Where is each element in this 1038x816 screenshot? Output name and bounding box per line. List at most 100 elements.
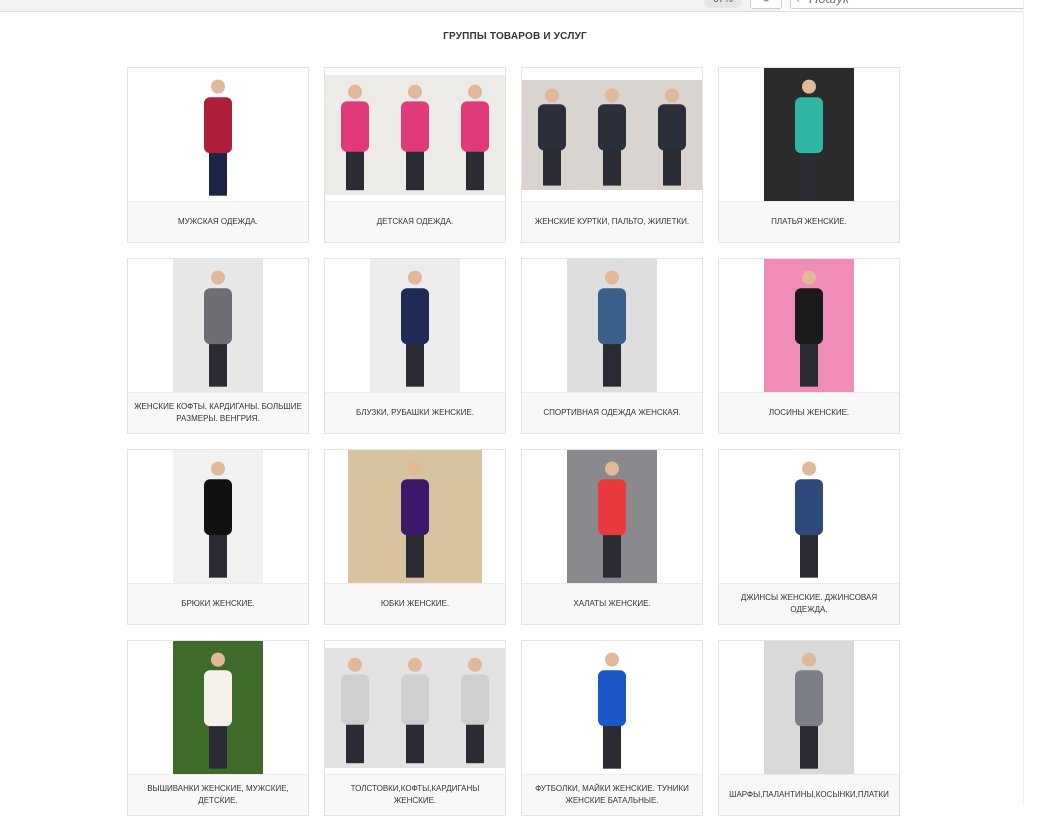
category-card[interactable]: ДЕТСКАЯ ОДЕЖДА. [324, 67, 506, 243]
zoom-indicator[interactable]: 67% [704, 0, 742, 8]
category-label[interactable]: ДЖИНСЫ ЖЕНСКИЕ. ДЖИНСОВАЯ ОДЕЖДА. [719, 583, 899, 624]
figure-body [204, 288, 232, 345]
figure-legs [543, 148, 561, 186]
category-card[interactable]: ФУТБОЛКИ, МАЙКИ ЖЕНСКИЕ. ТУНИКИ ЖЕНСКИЕ … [521, 640, 703, 816]
category-image[interactable] [719, 68, 899, 201]
category-label[interactable]: ЮБКИ ЖЕНСКИЕ. [325, 583, 505, 624]
category-image[interactable] [325, 259, 505, 392]
back-arrow-icon: ‹ [796, 0, 800, 6]
figure-body [795, 288, 823, 345]
category-label[interactable]: ЖЕНСКИЕ КОФТЫ, КАРДИГАНЫ. БОЛЬШИЕ РАЗМЕР… [128, 392, 308, 433]
figure-head [545, 87, 559, 102]
category-card[interactable]: МУЖСКАЯ ОДЕЖДА. [127, 67, 309, 243]
category-label[interactable]: ТОЛСТОВКИ,КОФТЫ,КАРДИГАНЫ ЖЕНСКИЕ. [325, 774, 505, 815]
category-card[interactable]: БЛУЗКИ, РУБАШКИ ЖЕНСКИЕ. [324, 258, 506, 434]
scrollbar[interactable] [1023, 0, 1038, 805]
figure-head [468, 657, 482, 672]
browser-toolbar: 67% ↻ ‹ [0, 0, 1038, 12]
category-label[interactable]: БРЮКИ ЖЕНСКИЕ. [128, 583, 308, 624]
figure-legs [406, 723, 424, 763]
product-photo [173, 450, 263, 583]
figure-head [665, 87, 679, 102]
product-photo [764, 641, 854, 774]
product-photo [567, 641, 657, 774]
category-card[interactable]: ТОЛСТОВКИ,КОФТЫ,КАРДИГАНЫ ЖЕНСКИЕ. [324, 640, 506, 816]
figure-head [605, 652, 619, 667]
reload-icon: ↻ [761, 0, 770, 5]
figure-head [605, 87, 619, 102]
figure-legs [466, 150, 484, 190]
figure-body [461, 673, 489, 725]
category-label[interactable]: ЛОСИНЫ ЖЕНСКИЕ. [719, 392, 899, 433]
figure-legs [603, 342, 621, 387]
product-photo [348, 450, 482, 583]
category-card[interactable]: ПЛАТЬЯ ЖЕНСКИЕ. [718, 67, 900, 243]
category-card[interactable]: ЖЕНСКИЕ КОФТЫ, КАРДИГАНЫ. БОЛЬШИЕ РАЗМЕР… [127, 258, 309, 434]
search-box[interactable]: ‹ [790, 0, 1038, 9]
category-label[interactable]: ШАРФЫ,ПАЛАНТИНЫ,КОСЫНКИ,ПЛАТКИ [719, 774, 899, 815]
category-card[interactable]: ШАРФЫ,ПАЛАНТИНЫ,КОСЫНКИ,ПЛАТКИ [718, 640, 900, 816]
category-image[interactable] [719, 259, 899, 392]
category-image[interactable] [325, 641, 505, 774]
category-image[interactable] [522, 68, 702, 201]
category-image[interactable] [128, 641, 308, 774]
figure-body [538, 103, 566, 150]
category-card[interactable]: ЛОСИНЫ ЖЕНСКИЕ. [718, 258, 900, 434]
page-title: ГРУППЫ ТОВАРОВ И УСЛУГ [443, 31, 587, 42]
category-image[interactable] [719, 641, 899, 774]
category-label[interactable]: ДЕТСКАЯ ОДЕЖДА. [325, 201, 505, 242]
category-card[interactable]: ДЖИНСЫ ЖЕНСКИЕ. ДЖИНСОВАЯ ОДЕЖДА. [718, 449, 900, 625]
figure-body [795, 670, 823, 727]
category-label[interactable]: ФУТБОЛКИ, МАЙКИ ЖЕНСКИЕ. ТУНИКИ ЖЕНСКИЕ … [522, 774, 702, 815]
product-photo [567, 259, 657, 392]
figure-legs [209, 724, 227, 769]
category-card[interactable]: ЮБКИ ЖЕНСКИЕ. [324, 449, 506, 625]
category-label[interactable]: СПОРТИВНАЯ ОДЕЖДА ЖЕНСКАЯ. [522, 392, 702, 433]
category-card[interactable]: ВЫШИВАНКИ ЖЕНСКИЕ, МУЖСКИЕ, ДЕТСКИЕ. [127, 640, 309, 816]
address-bar[interactable] [0, 0, 780, 12]
figure-legs [800, 724, 818, 769]
category-card[interactable]: ЖЕНСКИЕ КУРТКИ, ПАЛЬТО, ЖИЛЕТКИ. [521, 67, 703, 243]
category-image[interactable] [719, 450, 899, 583]
figure-body [401, 479, 429, 536]
figure-legs [406, 150, 424, 190]
figure-legs [603, 533, 621, 578]
figure-head [348, 657, 362, 672]
figure-legs [346, 150, 364, 190]
product-photo [370, 259, 460, 392]
figure-body [658, 103, 686, 150]
category-image[interactable] [128, 68, 308, 201]
figure-body [341, 673, 369, 725]
figure-head [348, 84, 362, 99]
category-card[interactable]: ХАЛАТЫ ЖЕНСКИЕ. [521, 449, 703, 625]
category-image[interactable] [522, 450, 702, 583]
search-input[interactable] [809, 0, 1009, 6]
category-image[interactable] [522, 641, 702, 774]
category-label[interactable]: ХАЛАТЫ ЖЕНСКИЕ. [522, 583, 702, 624]
figure-body [795, 97, 823, 154]
category-image[interactable] [522, 259, 702, 392]
category-image[interactable] [128, 259, 308, 392]
category-label[interactable]: МУЖСКАЯ ОДЕЖДА. [128, 201, 308, 242]
category-card[interactable]: БРЮКИ ЖЕНСКИЕ. [127, 449, 309, 625]
category-image[interactable] [128, 450, 308, 583]
figure-legs [406, 342, 424, 387]
category-label[interactable]: ЖЕНСКИЕ КУРТКИ, ПАЛЬТО, ЖИЛЕТКИ. [522, 201, 702, 242]
category-card[interactable]: СПОРТИВНАЯ ОДЕЖДА ЖЕНСКАЯ. [521, 258, 703, 434]
product-photo [325, 647, 505, 768]
figure-legs [466, 723, 484, 763]
figure-legs [209, 342, 227, 387]
category-image[interactable] [325, 68, 505, 201]
category-label[interactable]: ПЛАТЬЯ ЖЕНСКИЕ. [719, 201, 899, 242]
category-label[interactable]: БЛУЗКИ, РУБАШКИ ЖЕНСКИЕ. [325, 392, 505, 433]
figure-body [341, 100, 369, 152]
figure-body [461, 100, 489, 152]
reload-button[interactable]: ↻ [750, 0, 782, 9]
figure-legs [406, 533, 424, 578]
category-grid: МУЖСКАЯ ОДЕЖДА. ДЕТСКАЯ ОДЕЖДА. ЖЕНСКИЕ КУ… [127, 67, 902, 816]
figure-legs [800, 151, 818, 196]
category-label[interactable]: ВЫШИВАНКИ ЖЕНСКИЕ, МУЖСКИЕ, ДЕТСКИЕ. [128, 774, 308, 815]
figure-head [211, 461, 225, 476]
figure-head [211, 79, 225, 94]
category-image[interactable] [325, 450, 505, 583]
